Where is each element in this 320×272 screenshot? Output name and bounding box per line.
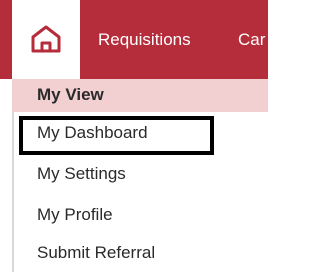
nav-link-requisitions[interactable]: Requisitions: [98, 0, 191, 79]
menu-header-label: My View: [37, 85, 104, 104]
highlight-box: [19, 116, 214, 155]
menu-item-submit-referral[interactable]: Submit Referral: [37, 243, 155, 263]
nav-link-partial[interactable]: Car: [238, 0, 265, 79]
menu-header: My View: [12, 79, 268, 112]
home-button[interactable]: [12, 0, 80, 79]
menu-item-my-profile[interactable]: My Profile: [37, 205, 113, 225]
home-icon: [31, 25, 61, 53]
menu-item-my-settings[interactable]: My Settings: [37, 164, 126, 184]
